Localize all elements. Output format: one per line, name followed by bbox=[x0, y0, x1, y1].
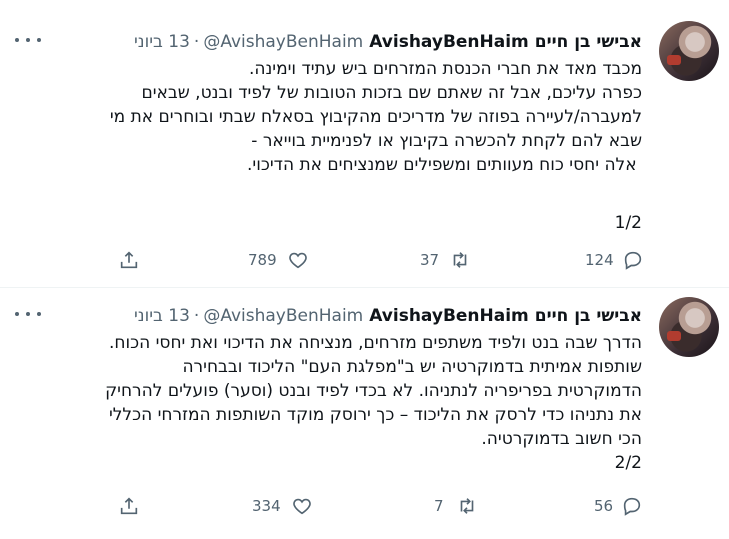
retweet-icon bbox=[460, 498, 473, 514]
tweet-actions: 124 37 789 bbox=[0, 248, 729, 272]
author-name[interactable]: אבישי בן חיים bbox=[535, 306, 642, 326]
tweet-line: שותפות אמיתית בדמוקרטיה יש ב"מפלגת העם" … bbox=[182, 357, 642, 377]
separator-dot: · bbox=[193, 306, 200, 326]
tweet-actions: 56 7 334 bbox=[0, 494, 729, 518]
tweet[interactable]: אבישי בן חיים AvishayBenHaim @AvishayBen… bbox=[0, 0, 729, 287]
like-button[interactable]: 334 bbox=[252, 494, 313, 518]
tweet-line: הדרך שבה בנט ולפיד משתפים מזרחים, מנציחה… bbox=[108, 333, 642, 353]
like-icon bbox=[288, 252, 307, 269]
retweet-button[interactable]: 7 bbox=[434, 494, 478, 518]
tweet-line: שבא להם לקחת להכשרה בקיבוץ או לפנימיית ב… bbox=[251, 131, 642, 151]
share-icon bbox=[120, 497, 138, 515]
tweet-line bbox=[32, 177, 642, 201]
share-button[interactable] bbox=[118, 248, 140, 272]
reply-icon bbox=[624, 251, 641, 270]
thread-counter: 1/2 bbox=[614, 213, 642, 233]
share-button[interactable] bbox=[118, 494, 140, 518]
like-count: 334 bbox=[252, 497, 281, 515]
tweet-text: הדרך שבה בנט ולפיד משתפים מזרחים, מנציחה… bbox=[32, 331, 642, 475]
separator-dot: · bbox=[193, 32, 200, 52]
like-button[interactable]: 789 bbox=[248, 248, 309, 272]
author-handle-name[interactable]: AvishayBenHaim bbox=[369, 306, 529, 326]
tweet-date[interactable]: 13 ביוני bbox=[134, 32, 190, 52]
author-name[interactable]: אבישי בן חיים bbox=[535, 32, 642, 52]
tweet-text: מכבד מאד את חברי הכנסת המזרחים ביש עתיד … bbox=[32, 57, 642, 235]
retweet-count: 7 bbox=[434, 497, 444, 515]
author-handle[interactable]: @AvishayBenHaim bbox=[203, 306, 363, 326]
reply-button[interactable]: 124 bbox=[585, 248, 644, 272]
share-icon bbox=[120, 251, 138, 269]
like-count: 789 bbox=[248, 251, 277, 269]
reply-button[interactable]: 56 bbox=[594, 494, 643, 518]
retweet-button[interactable]: 37 bbox=[420, 248, 471, 272]
tweet-line: מכבד מאד את חברי הכנסת המזרחים ביש עתיד … bbox=[248, 59, 642, 79]
reply-count: 56 bbox=[594, 497, 614, 515]
avatar[interactable] bbox=[659, 21, 719, 81]
author-handle[interactable]: @AvishayBenHaim bbox=[203, 32, 363, 52]
more-icon[interactable] bbox=[15, 304, 41, 324]
tweet-line: למעברה/לעיירה בפוזה של מדריכים מהקיבוץ ב… bbox=[109, 107, 642, 127]
tweet-header: אבישי בן חיים AvishayBenHaim @AvishayBen… bbox=[134, 30, 642, 54]
tweet-date[interactable]: 13 ביוני bbox=[134, 306, 190, 326]
tweet-line: הדמוקרטית בפריפריה לנתניהו. לא בכדי לפיד… bbox=[105, 381, 642, 401]
like-icon bbox=[292, 498, 311, 515]
retweet-icon bbox=[453, 252, 467, 268]
avatar[interactable] bbox=[659, 297, 719, 357]
thread-counter: 2/2 bbox=[614, 453, 642, 473]
retweet-count: 37 bbox=[420, 251, 440, 269]
author-handle-name[interactable]: AvishayBenHaim bbox=[369, 32, 529, 52]
reply-icon bbox=[623, 497, 641, 516]
tweet-header: אבישי בן חיים AvishayBenHaim @AvishayBen… bbox=[134, 304, 642, 328]
more-icon[interactable] bbox=[15, 30, 41, 50]
tweet-line: את נתניהו כדי לרסק את הליכוד – כך ירוסק … bbox=[108, 405, 642, 425]
tweet-line: כפרה עליכם, אבל זה שאתם שם בזכות הטובות … bbox=[141, 83, 642, 103]
tweet-line: אלה יחסי כוח מעוותים ומשפילים שמנציחים א… bbox=[247, 155, 642, 175]
reply-count: 124 bbox=[585, 251, 614, 269]
tweet[interactable]: אבישי בן חיים AvishayBenHaim @AvishayBen… bbox=[0, 288, 729, 539]
tweet-line: הכי חשוב בדמוקרטיה. bbox=[481, 429, 642, 449]
